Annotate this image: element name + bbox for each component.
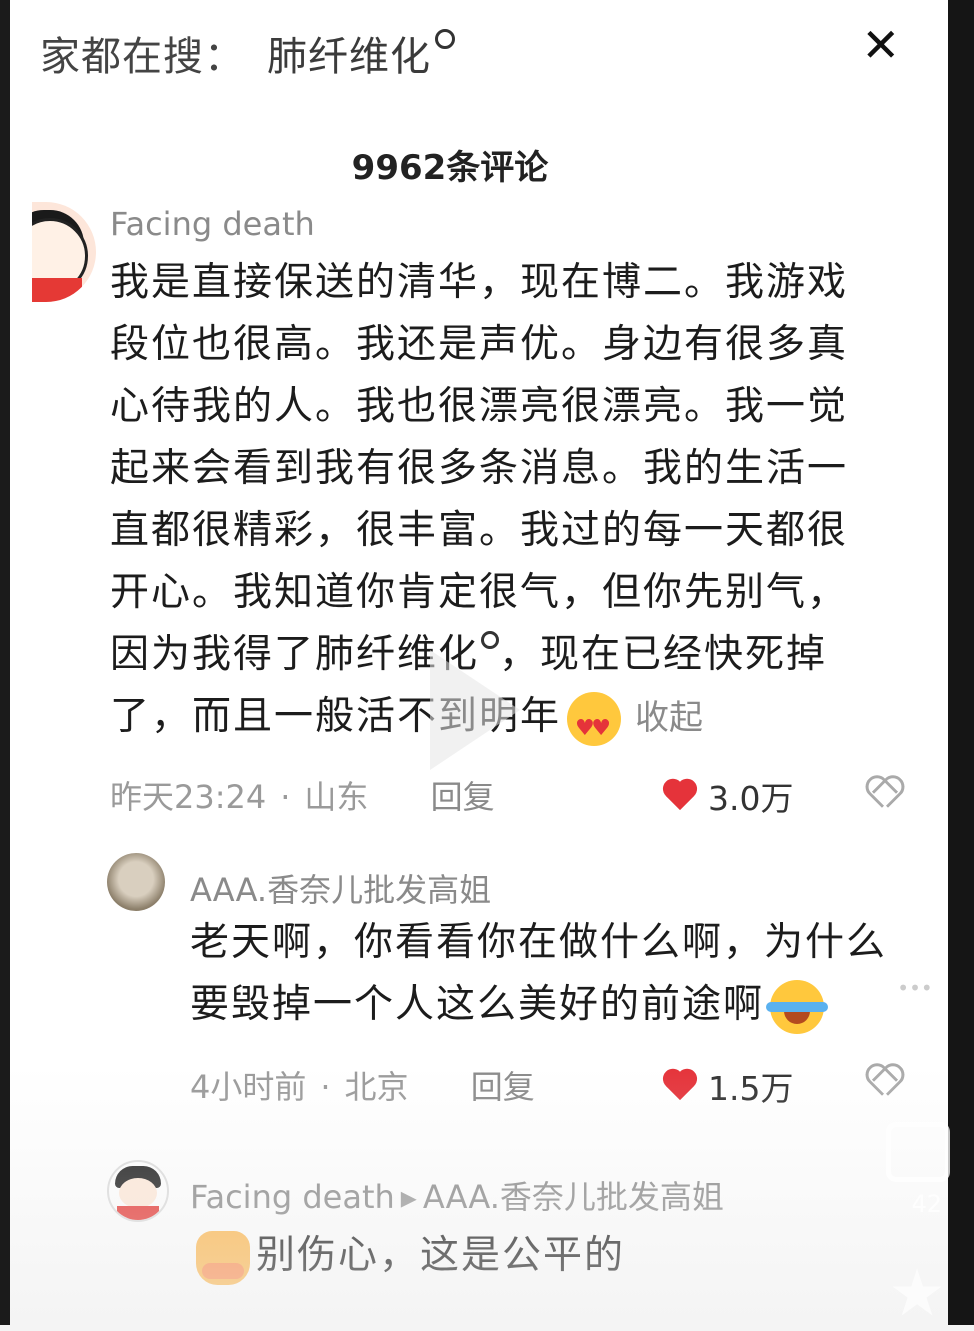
reply-button[interactable]: 回复: [431, 778, 495, 816]
reply-username: Facing death ▸ AAA.香奈儿批发高姐: [190, 1172, 724, 1218]
search-term-link[interactable]: 肺纤维化: [267, 24, 431, 82]
comment-line: 起来会看到我有很多条消息。我的生活一: [110, 446, 849, 491]
reply-location: 北京: [344, 1068, 409, 1106]
trending-search-bar[interactable]: 家都在搜： 肺纤维化: [40, 18, 455, 88]
comment-line: 段位也很高。我还是声优。身边有很多真: [110, 322, 849, 367]
reply-meta: 4小时前 · 北京 回复: [190, 1068, 535, 1106]
comment-text-fragment: 因为我得了: [110, 632, 316, 677]
crying-emoji-icon: [766, 979, 829, 1034]
heart-icon: [662, 1070, 698, 1102]
reply-time: 4小时前: [190, 1068, 307, 1106]
heart-icon: [662, 780, 698, 812]
reply-author[interactable]: Facing death: [190, 1178, 395, 1216]
comment-time: 昨天23:24: [110, 778, 267, 816]
comment-text-fragment: ，现在已经快死掉: [499, 632, 828, 677]
reply-body: 别伤心，这是公平的: [190, 1225, 625, 1287]
comment-line: 心待我的人。我也很漂亮很漂亮。我一觉: [110, 384, 849, 429]
reply-body: 老天啊，你看看你在做什么啊，为什么 要毁掉一个人这么美好的前途啊: [190, 912, 887, 1036]
comment-line: 我是直接保送的清华，现在博二。我游戏: [110, 260, 849, 305]
search-icon: [435, 29, 455, 49]
like-button[interactable]: 1.5万: [662, 1062, 793, 1110]
search-prefix: 家都在搜：: [40, 34, 245, 80]
thumbs-up-icon[interactable]: [882, 820, 952, 884]
heart-eyes-emoji-icon: [567, 691, 622, 760]
comment-line: 要毁掉一个人这么美好的前途啊: [190, 974, 887, 1036]
like-count: 3.0万: [708, 779, 794, 818]
share-icon[interactable]: [882, 1118, 952, 1182]
comment-location: 山东: [304, 778, 369, 816]
comment-count-title: 9962条评论: [351, 148, 549, 188]
comment-line: 开心。我知道你肯定很气，但你先别气，: [110, 570, 849, 615]
comment-text-fragment: 要毁掉一个人这么美好的前途啊: [190, 982, 765, 1027]
comment-sheet: 家都在搜： 肺纤维化 ✕ 9962条评论 Facing death 我是直接保送…: [10, 0, 948, 1325]
comment-line: 老天啊，你看看你在做什么啊，为什么: [190, 920, 888, 965]
comment-meta: 昨天23:24 · 山东 回复: [110, 778, 495, 816]
collapse-button[interactable]: 收起: [635, 698, 703, 738]
search-icon: [481, 631, 500, 649]
play-icon: [430, 650, 520, 770]
comment-line: 别伤心，这是公平的: [190, 1225, 625, 1287]
comment-username[interactable]: Facing death: [110, 205, 315, 243]
like-count: 1.5万: [708, 1069, 794, 1108]
hug-emoji-icon: [196, 1230, 250, 1285]
reply-target[interactable]: AAA.香奈儿批发高姐: [423, 1178, 724, 1216]
comment-line: 直都很精彩，很丰富。我过的每一天都很: [110, 508, 849, 553]
avatar[interactable]: [107, 853, 165, 911]
left-frame-edge: [0, 0, 10, 1325]
chat-bubble-icon[interactable]: [882, 960, 952, 1024]
like-count-side: 0: [926, 886, 942, 914]
reply-username[interactable]: AAA.香奈儿批发高姐: [190, 865, 491, 911]
share-count: 42: [911, 1190, 942, 1218]
comment-text-fragment: 别伤心，这是公平的: [256, 1233, 626, 1278]
video-side-actions: 0 42 ★: [854, 0, 974, 1326]
avatar-shirt: [117, 1206, 159, 1220]
avatar[interactable]: [107, 1160, 169, 1222]
avatar-shirt: [32, 278, 82, 302]
reply-button[interactable]: 回复: [471, 1068, 535, 1106]
avatar[interactable]: [32, 202, 96, 302]
reply-arrow-icon: ▸: [400, 1178, 417, 1216]
star-icon[interactable]: ★: [882, 1262, 952, 1326]
avatar-face: [119, 1178, 157, 1208]
like-button[interactable]: 3.0万: [662, 772, 793, 820]
